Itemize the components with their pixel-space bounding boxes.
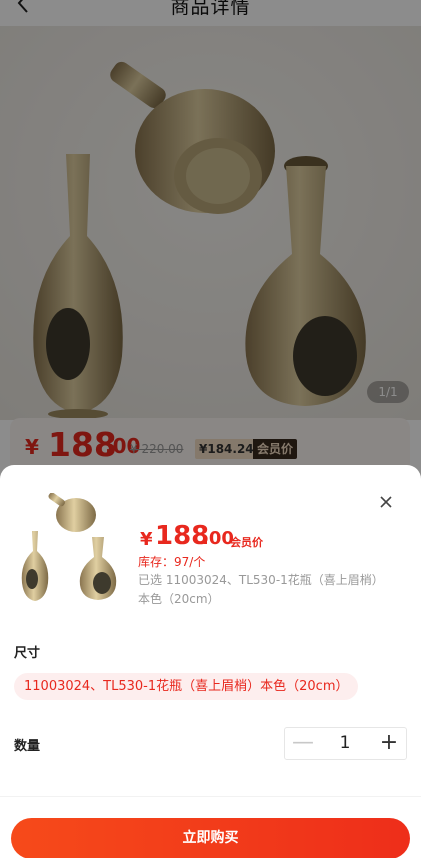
close-icon[interactable] <box>375 491 397 513</box>
selected-variant: 已选 11003024、TL530-1花瓶（喜上眉梢）本色（20cm） <box>138 573 378 606</box>
minus-button[interactable]: — <box>285 728 321 759</box>
stock-count: 库存：97/个 <box>138 555 206 569</box>
quantity-value[interactable]: 1 <box>327 728 363 759</box>
currency-symbol: ¥ <box>140 529 153 550</box>
member-price-tag: 会员价 <box>230 536 263 549</box>
sku-selector-sheet: ¥ 188 .00 会员价 库存：97/个 已选 11003024、TL530-… <box>0 465 421 858</box>
size-label: 尺寸 <box>14 646 41 661</box>
divider <box>0 796 421 797</box>
plus-button[interactable]: + <box>371 728 407 759</box>
buy-now-button[interactable]: 立即购买 <box>11 818 410 858</box>
size-option-chip[interactable]: 11003024、TL530-1花瓶（喜上眉梢）本色（20cm） <box>14 673 359 700</box>
product-thumbnail <box>14 493 126 611</box>
quantity-label: 数量 <box>14 739 41 754</box>
quantity-stepper: — 1 + <box>284 727 407 760</box>
